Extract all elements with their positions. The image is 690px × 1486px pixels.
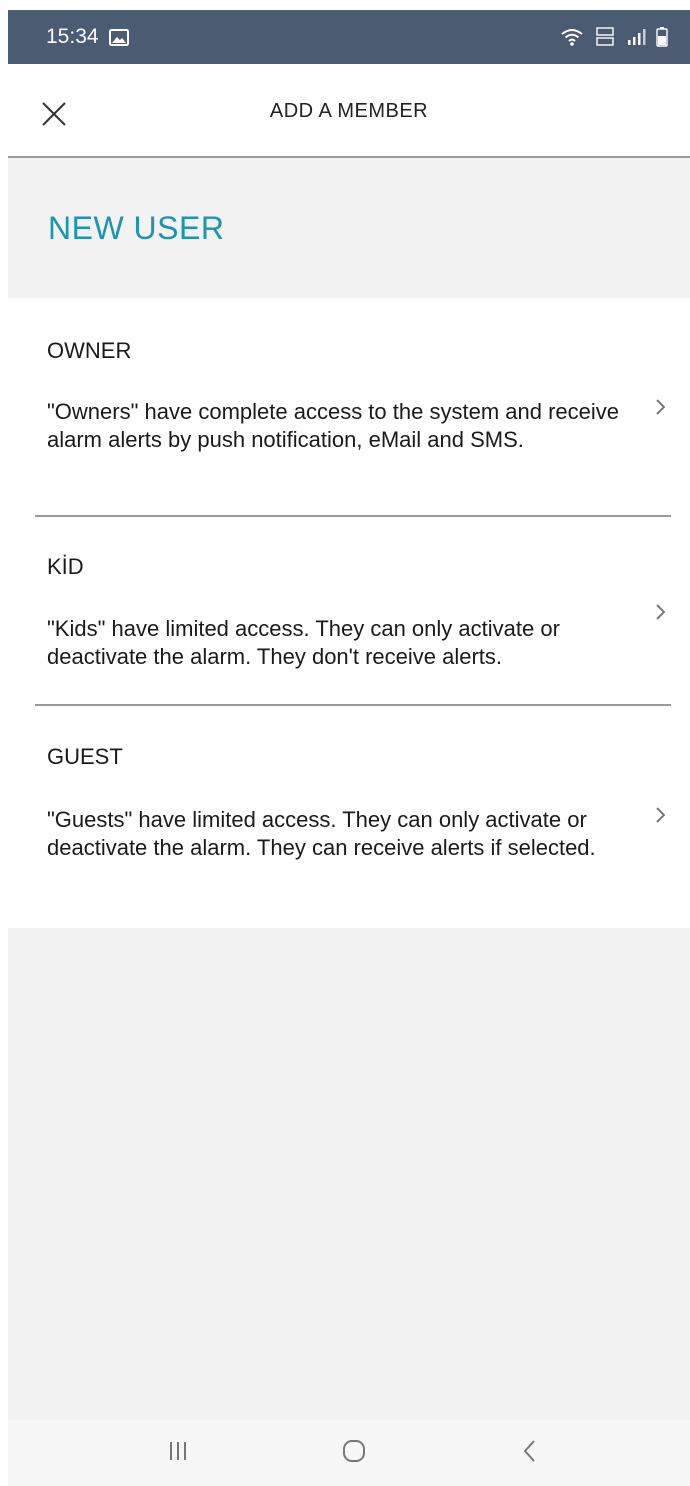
member-type-kid[interactable]: KİD "Kids" have limited access. They can… [8, 517, 690, 707]
chevron-right-icon [652, 802, 670, 828]
back-icon [520, 1437, 540, 1470]
home-icon [340, 1437, 368, 1470]
member-type-title: OWNER [47, 338, 132, 363]
status-left: 15:34 [46, 25, 129, 49]
chevron-right-icon [652, 599, 670, 625]
home-button[interactable] [314, 1420, 394, 1486]
image-notification-icon [108, 28, 129, 46]
system-nav-bar [8, 1420, 690, 1486]
member-type-title: GUEST [47, 744, 123, 769]
wifi-icon [560, 27, 584, 47]
member-type-guest[interactable]: GUEST "Guests" have limited access. They… [8, 706, 690, 928]
battery-icon [656, 27, 668, 47]
recent-apps-button[interactable] [138, 1420, 218, 1486]
empty-area [8, 928, 690, 1420]
page-title: NEW USER [48, 210, 225, 246]
member-type-description: "Guests" have limited access. They can o… [47, 807, 596, 860]
member-type-description: "Owners" have complete access to the sys… [47, 399, 619, 452]
header-band: NEW USER [8, 158, 690, 298]
member-type-owner[interactable]: OWNER "Owners" have complete access to t… [8, 298, 690, 516]
app-bar: ADD A MEMBER [8, 64, 690, 158]
status-right [560, 26, 668, 48]
member-type-description: "Kids" have limited access. They can onl… [47, 616, 560, 669]
status-bar: 15:34 [8, 10, 690, 64]
member-type-list: OWNER "Owners" have complete access to t… [8, 298, 690, 928]
back-button[interactable] [490, 1420, 570, 1486]
app-bar-title: ADD A MEMBER [269, 100, 429, 122]
member-type-title: KİD [47, 554, 84, 579]
chevron-right-icon [652, 394, 670, 420]
volte-lte-icon [594, 26, 616, 48]
signal-icon [626, 28, 646, 46]
status-time: 15:34 [46, 25, 99, 48]
recent-apps-icon [166, 1439, 190, 1468]
